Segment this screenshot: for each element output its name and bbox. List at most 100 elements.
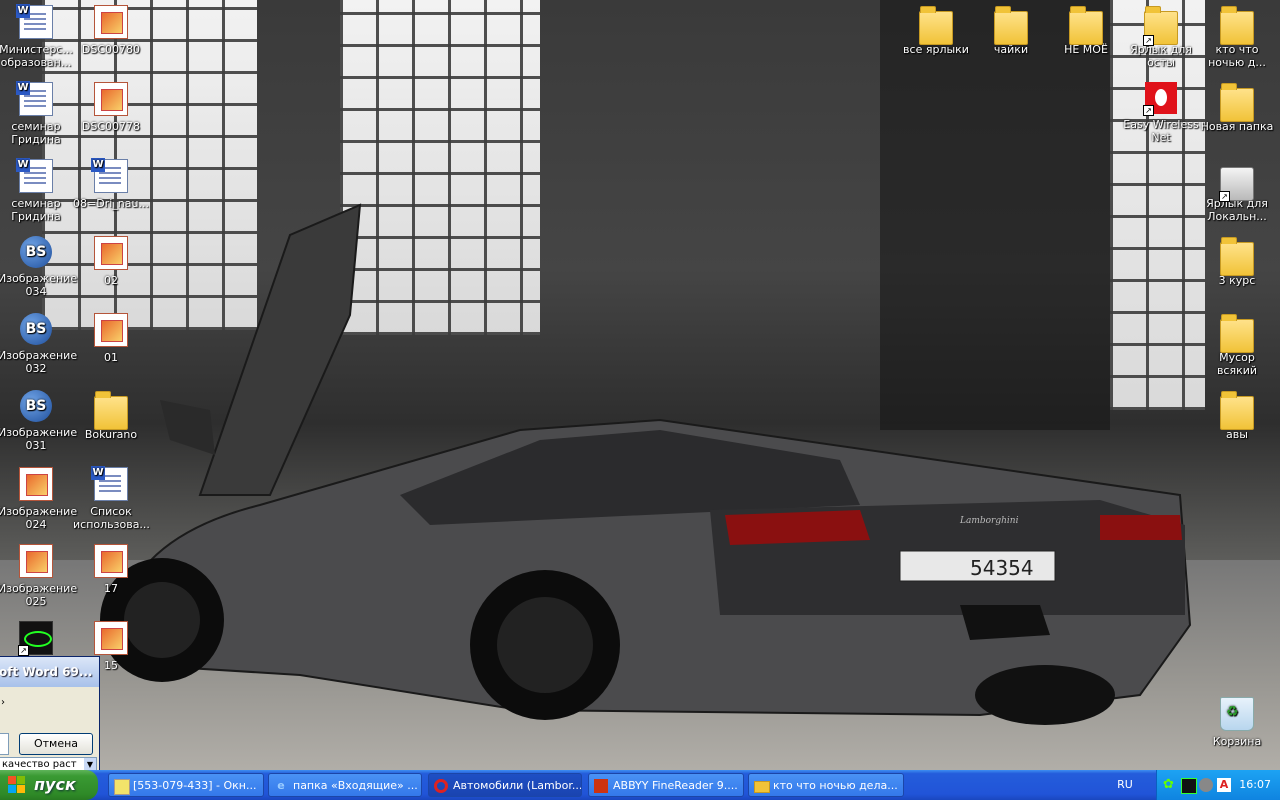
image-file-icon	[19, 467, 53, 501]
image-file-icon	[19, 544, 53, 578]
icon-label: Изображение 025	[0, 582, 78, 608]
app-tray-icon[interactable]	[1181, 778, 1197, 794]
desktop-icon-image-032[interactable]: BS Изображение 032	[0, 311, 77, 375]
desktop-icon-vse-yarlyki[interactable]: все ярлыки	[898, 3, 974, 56]
task-label: папка «Входящие» ...	[293, 779, 418, 792]
folder-icon	[754, 781, 770, 793]
finereader-tray-icon[interactable]: A	[1217, 778, 1231, 792]
icon-label: Министерс... образован...	[0, 43, 73, 69]
taskbar: пуск [553-079-433] - Окн... e папка «Вхо…	[0, 770, 1280, 800]
chat-window-icon	[114, 779, 130, 795]
icon-label: семинар Гридина	[11, 120, 61, 146]
windows-logo-icon	[8, 776, 26, 794]
desktop-icon-dsc00780[interactable]: DSC00780	[73, 3, 149, 56]
folder-icon	[1220, 391, 1254, 430]
desktop-icon-image-031[interactable]: BS Изображение 031	[0, 388, 78, 452]
desktop[interactable]: 54354 Lamborghini W Министерс... образов…	[0, 0, 1280, 770]
desktop-icon-doc-seminar-2[interactable]: W семинар Гридина	[0, 157, 74, 223]
icq-flower-icon[interactable]: ✿	[1163, 778, 1177, 792]
desktop-icon-chaiki[interactable]: чайки	[973, 3, 1049, 56]
desktop-icon-image-024[interactable]: Изображение 024	[0, 465, 77, 531]
taskbar-item-opera[interactable]: Автомобили (Lambor...	[428, 773, 582, 797]
desktop-icon-local-drive-shortcut[interactable]: ↗ Ярлык для Локальн...	[1199, 157, 1275, 223]
ie-icon: e	[277, 779, 285, 792]
chevron-down-icon[interactable]: ▼	[84, 758, 96, 770]
taskbar-item-finereader[interactable]: ABBYY FineReader 9....	[588, 773, 744, 797]
task-label: [553-079-433] - Окн...	[133, 779, 257, 792]
taskbar-item-icq[interactable]: [553-079-433] - Окн...	[108, 773, 264, 797]
desktop-icon-bokurano[interactable]: Bokurano	[73, 388, 149, 441]
folder-icon: ↗	[1143, 6, 1178, 46]
desktop-icon-dsc00778[interactable]: DSC00778	[73, 80, 149, 133]
bs-image-icon: BS	[20, 313, 52, 345]
folder-icon	[1069, 6, 1103, 45]
icon-label: 08=Dri_nau...	[73, 197, 149, 210]
desktop-icon-17[interactable]: 17	[73, 542, 149, 595]
image-file-icon	[94, 544, 128, 578]
drive-icon: ↗	[1219, 167, 1254, 202]
icon-label: DSC00778	[81, 120, 141, 133]
desktop-icon-image-025[interactable]: Изображение 025	[0, 542, 78, 608]
folder-icon	[1220, 314, 1254, 353]
icon-label: DSC00780	[81, 43, 141, 56]
icon-label: семинар Гридина	[11, 197, 61, 223]
taskbar-item-mail[interactable]: e папка «Входящие» ...	[268, 773, 422, 797]
dialog-input[interactable]	[0, 733, 9, 755]
car-plate: 54354	[970, 556, 1034, 580]
folder-icon	[1220, 6, 1254, 45]
desktop-icon-kto-chto-nochyu[interactable]: кто что ночью д...	[1199, 3, 1275, 69]
desktop-icon-ne-moe[interactable]: НЕ МОЁ	[1048, 3, 1124, 56]
icon-label: Изображение 034	[0, 272, 78, 298]
icon-label: Мусор всякий	[1216, 351, 1258, 377]
shortcut-arrow-icon: ↗	[1219, 191, 1230, 202]
image-file-icon	[94, 621, 128, 655]
taskbar-item-folder[interactable]: кто что ночью дела...	[748, 773, 904, 797]
desktop-icon-doc-ministerstvo[interactable]: W Министерс... образован...	[0, 3, 74, 69]
icon-label: Ярлык для осты	[1130, 43, 1192, 69]
desktop-icon-spisok[interactable]: W Список использова...	[73, 465, 150, 531]
system-tray: ✿ A 16:07	[1156, 770, 1280, 800]
cancel-button[interactable]: Отмена	[19, 733, 93, 755]
shortcut-arrow-icon: ↗	[18, 645, 29, 656]
icon-label: Изображение 031	[0, 426, 78, 452]
word-document-icon: W	[16, 81, 53, 116]
image-file-icon	[94, 82, 128, 116]
car-badge: Lamborghini	[959, 516, 1019, 526]
icon-label: кто что ночью д...	[1208, 43, 1266, 69]
icon-label: 02	[104, 274, 118, 287]
word-document-icon: W	[16, 158, 53, 193]
shortcut-arrow-icon: ↗	[1143, 105, 1154, 116]
shortcut-arrow-icon: ↗	[1143, 35, 1154, 46]
folder-icon	[94, 391, 128, 430]
quality-combo[interactable]: качество раст ▼	[0, 757, 97, 770]
desktop-icon-recycle-bin[interactable]: ♻ Корзина	[1199, 695, 1275, 748]
folder-icon	[919, 6, 953, 45]
desktop-icon-01[interactable]: 01	[73, 311, 149, 364]
desktop-icon-02[interactable]: 02	[73, 234, 149, 287]
icon-label: Список использова...	[73, 505, 150, 531]
speaker-icon[interactable]	[1199, 778, 1213, 792]
image-file-icon	[94, 5, 128, 39]
start-button[interactable]: пуск	[0, 770, 98, 800]
desktop-icon-doc-seminar-1[interactable]: W семинар Гридина	[0, 80, 74, 146]
desktop-icon-image-034[interactable]: BS Изображение 034	[0, 234, 78, 298]
dialog-title: oft Word 69...	[0, 657, 99, 687]
clock[interactable]: 16:07	[1239, 770, 1271, 800]
desktop-icon-easy-wireless-net[interactable]: ↗ Easy Wireless Net	[1123, 80, 1199, 144]
desktop-icon-doc-08-dri[interactable]: W 08=Dri_nau...	[73, 157, 149, 210]
language-indicator[interactable]: RU	[1110, 770, 1140, 800]
desktop-icon-avy[interactable]: авы	[1199, 388, 1275, 441]
recycle-bin-icon: ♻	[1220, 697, 1254, 731]
desktop-icon-3-kurs[interactable]: 3 курс	[1199, 234, 1275, 287]
desktop-icon-yarlyk-osty[interactable]: ↗ Ярлык для осты	[1123, 3, 1199, 69]
desktop-icon-app-shortcut[interactable]: ↗	[0, 619, 74, 659]
icon-label: 01	[104, 351, 118, 364]
opera-icon	[434, 779, 448, 793]
task-label: Автомобили (Lambor...	[453, 779, 582, 792]
desktop-icon-musor-vsyakiy[interactable]: Мусор всякий	[1199, 311, 1275, 377]
task-label: ABBYY FineReader 9....	[613, 779, 738, 792]
desktop-icon-novaya-papka[interactable]: Новая папка	[1199, 80, 1275, 133]
dialog-arrow-icon: ›	[1, 697, 5, 708]
combo-value: качество раст	[2, 759, 77, 770]
word-dialog[interactable]: oft Word 69... › Отмена качество раст ▼	[0, 656, 100, 770]
